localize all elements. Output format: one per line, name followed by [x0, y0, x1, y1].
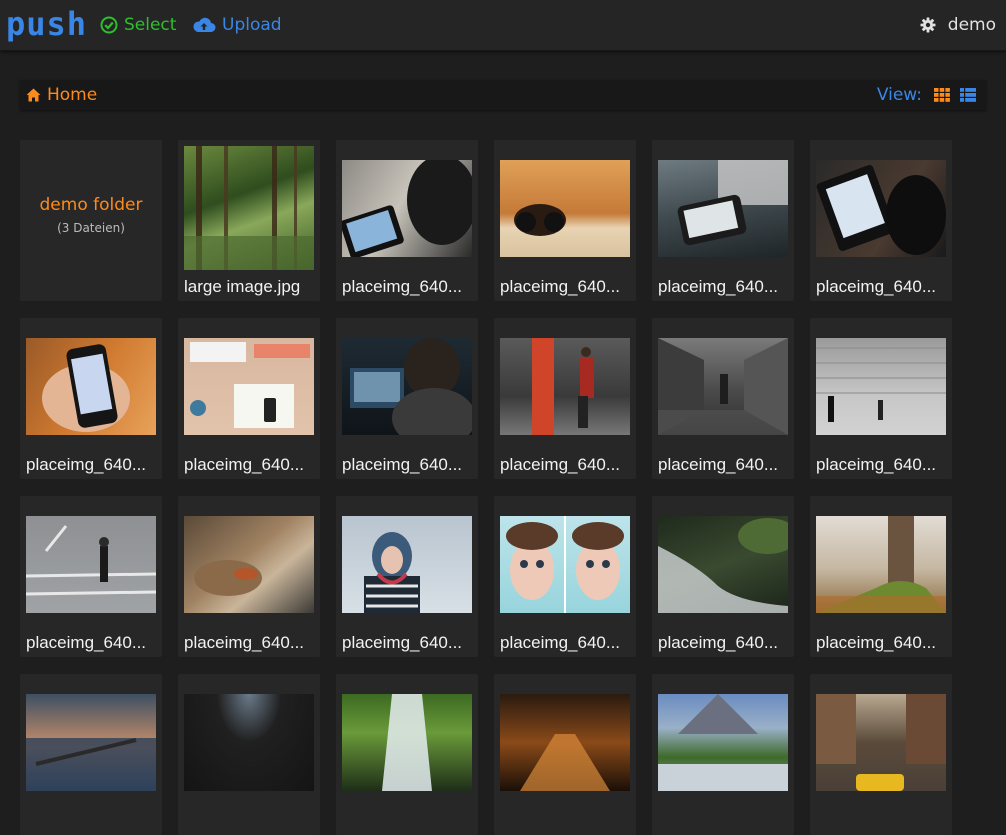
file-name: placeimg_640...: [816, 455, 937, 474]
file-name: placeimg_640...: [184, 455, 305, 474]
file-name: placeimg_640...: [26, 633, 147, 652]
view-controls: View:: [877, 85, 976, 105]
file-tile[interactable]: [810, 674, 952, 835]
file-name: large image.jpg: [184, 277, 301, 296]
file-thumbnail: [342, 338, 476, 448]
file-name: placeimg_640...: [816, 277, 937, 296]
folder-tile[interactable]: demo folder (3 Dateien): [20, 140, 162, 301]
home-icon: [26, 88, 41, 102]
file-thumbnail: [184, 516, 314, 613]
breadcrumb: Home View:: [20, 80, 986, 110]
file-tile[interactable]: [652, 674, 794, 835]
file-thumbnail: [342, 694, 472, 791]
folder-name: demo folder: [39, 195, 143, 215]
file-thumbnail: [658, 694, 788, 791]
file-thumbnail: [816, 516, 946, 613]
file-tile[interactable]: placeimg_640...: [20, 318, 162, 479]
top-navbar: push Select Upload demo: [0, 0, 1006, 51]
breadcrumb-home[interactable]: Home: [26, 85, 97, 105]
file-thumbnail: [816, 694, 946, 791]
file-thumbnail: [25, 516, 157, 613]
file-tile[interactable]: placeimg_640...: [652, 140, 794, 301]
folder-file-count: (3 Dateien): [57, 221, 125, 235]
file-thumbnail: [500, 160, 630, 257]
file-thumbnail: [184, 146, 314, 270]
file-tile[interactable]: placeimg_640...: [810, 318, 952, 479]
file-name: placeimg_640...: [658, 277, 779, 296]
upload-label: Upload: [222, 15, 282, 35]
file-thumbnail: [342, 516, 472, 613]
list-view-button[interactable]: [960, 88, 976, 102]
file-thumbnail: [500, 516, 630, 613]
file-tile[interactable]: placeimg_640...: [494, 318, 636, 479]
cloud-upload-icon: [193, 17, 216, 32]
home-label: Home: [47, 85, 98, 105]
file-name: placeimg_640...: [184, 633, 305, 652]
app-logo[interactable]: push: [6, 4, 87, 44]
file-thumbnail: [658, 338, 788, 435]
file-tile[interactable]: placeimg_640...: [178, 496, 320, 657]
file-thumbnail: [26, 338, 156, 435]
file-name: placeimg_640...: [500, 633, 621, 652]
list-view-icon: [960, 88, 976, 102]
file-tile[interactable]: placeimg_640...: [652, 496, 794, 657]
user-name: demo: [947, 15, 996, 35]
check-circle-icon: [100, 16, 118, 34]
file-thumbnail: [500, 694, 630, 791]
file-tile[interactable]: placeimg_640...: [20, 496, 162, 657]
file-name: placeimg_640...: [26, 455, 147, 474]
file-tile[interactable]: placeimg_640...: [652, 318, 794, 479]
file-name: placeimg_640...: [658, 455, 779, 474]
file-name: placeimg_640...: [500, 455, 621, 474]
file-thumbnail: [816, 160, 946, 257]
file-tile[interactable]: placeimg_640...: [810, 140, 952, 301]
file-tile[interactable]: [336, 674, 478, 835]
file-thumbnail: [816, 338, 946, 435]
file-tile[interactable]: [20, 674, 162, 835]
file-name: placeimg_640...: [342, 455, 463, 474]
select-label: Select: [124, 15, 177, 35]
select-button[interactable]: Select: [100, 13, 176, 37]
file-tile[interactable]: placeimg_640...: [810, 496, 952, 657]
file-tile[interactable]: placeimg_640...: [494, 140, 636, 301]
file-tile[interactable]: placeimg_640...: [336, 140, 478, 301]
file-thumbnail: [658, 160, 788, 257]
file-tile[interactable]: placeimg_640...: [336, 496, 478, 657]
file-thumbnail: [184, 338, 314, 435]
user-menu[interactable]: demo: [920, 13, 996, 37]
file-name: placeimg_640...: [816, 633, 937, 652]
file-tile[interactable]: placeimg_640...: [336, 318, 478, 479]
file-thumbnail: [658, 516, 794, 613]
file-thumbnail: [184, 694, 314, 791]
file-tile[interactable]: placeimg_640...: [178, 318, 320, 479]
file-name: placeimg_640...: [342, 277, 463, 296]
file-tile[interactable]: placeimg_640...: [494, 496, 636, 657]
file-name: placeimg_640...: [342, 633, 463, 652]
file-tile[interactable]: [494, 674, 636, 835]
file-tile[interactable]: [178, 674, 320, 835]
file-name: placeimg_640...: [500, 277, 621, 296]
upload-button[interactable]: Upload: [192, 13, 282, 37]
view-label: View:: [876, 85, 922, 105]
file-thumbnail: [500, 338, 630, 435]
file-tile[interactable]: large image.jpg: [178, 140, 320, 301]
file-name: placeimg_640...: [658, 633, 779, 652]
grid-view-button[interactable]: [934, 88, 950, 102]
file-thumbnail: [26, 694, 156, 791]
gear-icon: [920, 17, 936, 33]
file-thumbnail: [340, 155, 477, 259]
grid-view-icon: [934, 88, 950, 102]
